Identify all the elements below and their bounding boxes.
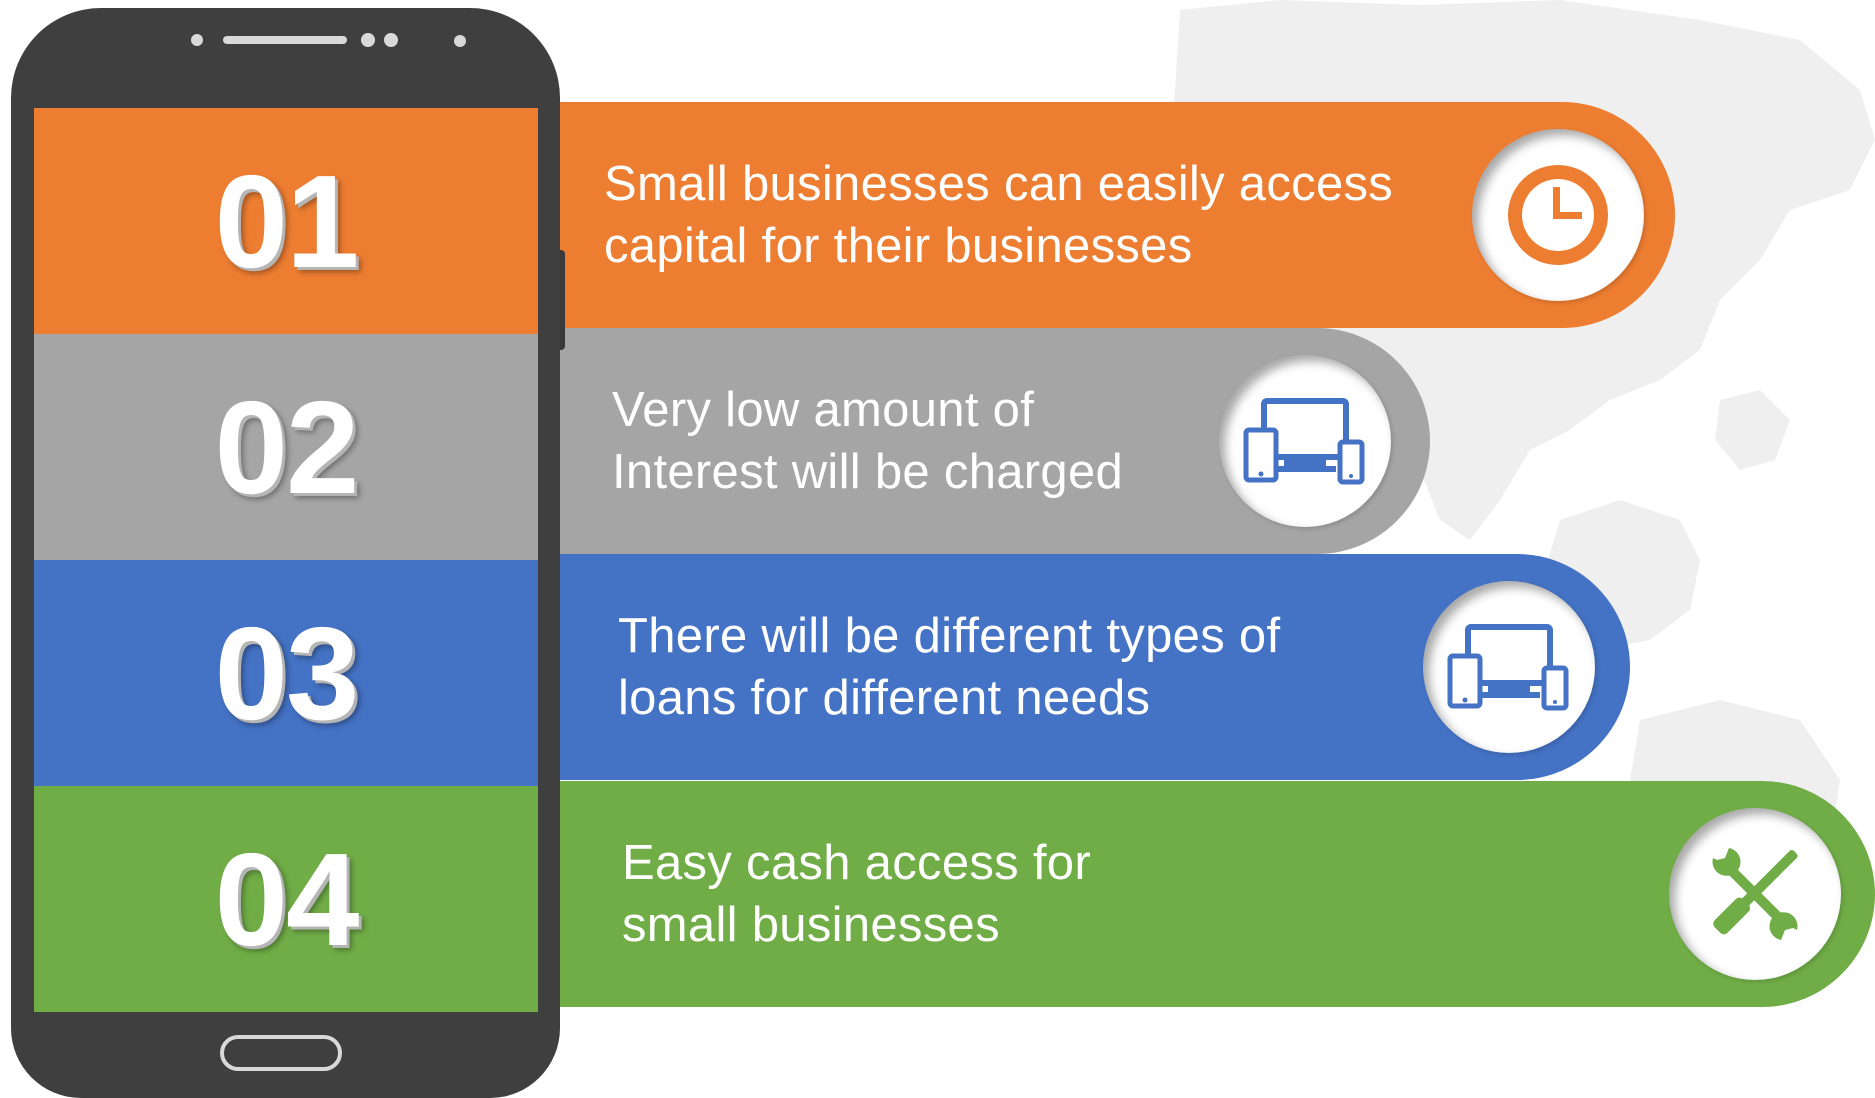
clock-icon: [1508, 165, 1608, 265]
item-number: 02: [214, 373, 360, 521]
item-ribbon-3: There will be different types of loans f…: [540, 554, 1630, 780]
item-text-4: Easy cash access for small businesses: [622, 832, 1091, 956]
number-band-4: 04: [34, 786, 538, 1012]
tools-icon: [1712, 848, 1798, 940]
item-line2: loans for different needs: [618, 671, 1151, 725]
item-number: 04: [214, 825, 360, 973]
phone-home-button: [220, 1035, 342, 1071]
number-band-3: 03: [34, 560, 538, 786]
phone-sensor-dot: [361, 33, 375, 47]
item-line2: small businesses: [622, 898, 1000, 952]
item-ribbon-2: Very low amount of Interest will be char…: [540, 328, 1430, 554]
devices-icon: [1243, 398, 1365, 485]
item-line2: capital for their businesses: [604, 219, 1193, 273]
phone-camera: [454, 35, 466, 47]
icon-circle-2: [1219, 355, 1391, 527]
phone-speaker: [223, 36, 347, 44]
item-text-1: Small businesses can easily access capit…: [604, 153, 1393, 277]
item-number: 01: [214, 147, 360, 295]
icon-circle-3: [1423, 581, 1595, 753]
phone-screen: 01 02 03 04: [34, 108, 538, 1013]
phone-body: 01 02 03 04: [11, 8, 560, 1098]
item-text-2: Very low amount of Interest will be char…: [612, 379, 1123, 503]
icon-circle-1: [1472, 129, 1644, 301]
item-ribbon-4: Easy cash access for small businesses: [540, 781, 1875, 1007]
item-line2: Interest will be charged: [612, 445, 1124, 499]
icon-circle-4: [1669, 808, 1841, 980]
item-number: 03: [214, 599, 360, 747]
item-line1: There will be different types of: [618, 609, 1281, 663]
item-line1: Easy cash access for: [622, 836, 1091, 890]
phone-sensor-dot: [384, 33, 398, 47]
item-text-3: There will be different types of loans f…: [618, 605, 1280, 729]
item-line1: Very low amount of: [612, 383, 1035, 437]
number-band-1: 01: [34, 108, 538, 334]
devices-icon: [1447, 624, 1569, 711]
item-line1: Small businesses can easily access: [604, 157, 1394, 211]
item-ribbon-1: Small businesses can easily access capit…: [540, 102, 1675, 328]
phone-sensor-dot: [191, 34, 203, 46]
number-band-2: 02: [34, 334, 538, 560]
